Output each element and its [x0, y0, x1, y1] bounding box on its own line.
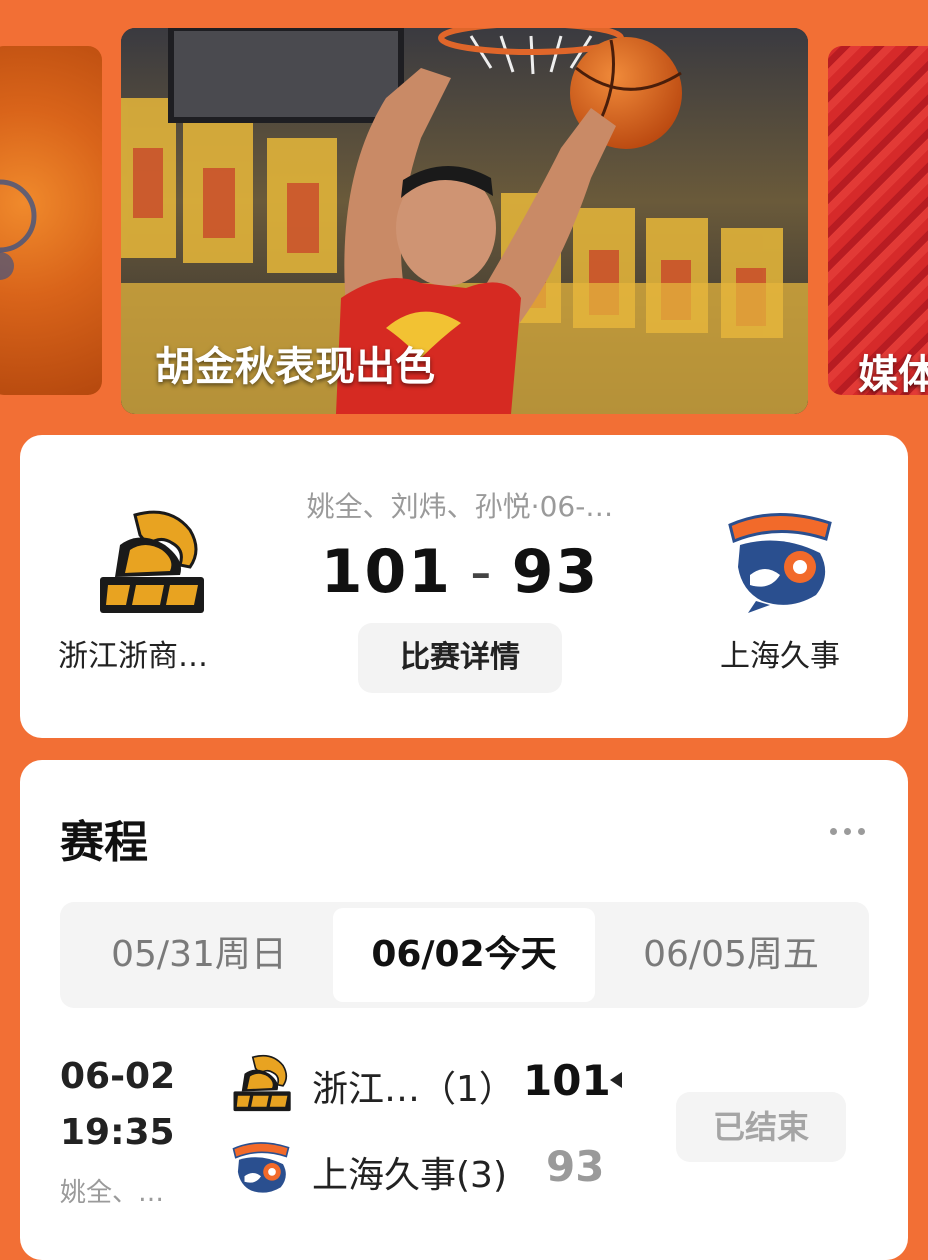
game-date: 06-02 [60, 1056, 176, 1097]
game-home-name: 浙江…（1） [312, 1069, 515, 1110]
slide-caption-main: 胡金秋表现出色 [155, 344, 435, 390]
sharks-logo-partial [0, 179, 37, 280]
tab-date-0531[interactable]: 05/31周日 [68, 908, 330, 1002]
schedule-card: 赛程 05/31周日 06/02今天 06/05周五 06-02 19:35 姚… [20, 760, 908, 1260]
zhejiang-lions-logo [100, 510, 204, 613]
more-options-icon[interactable] [828, 820, 868, 840]
game-status-button[interactable]: 已结束 [676, 1092, 846, 1162]
score-display: 101-93 [260, 537, 660, 607]
match-detail-button[interactable]: 比赛详情 [358, 623, 562, 693]
home-team[interactable]: 浙江浙商… [50, 505, 250, 675]
home-team-name: 浙江浙商… [58, 639, 208, 674]
slide-caption-next: 媒体 [858, 352, 928, 395]
away-score: 93 [511, 537, 600, 607]
game-away-score: 93 [546, 1142, 605, 1191]
carousel-slide-next[interactable]: 媒体 [828, 46, 928, 395]
winner-arrow-icon [610, 1072, 622, 1088]
highlight-carousel[interactable]: 胡金秋表现出色 媒体 [0, 0, 928, 430]
game-home-score: 101 [523, 1056, 611, 1105]
score-center: 姚全、刘炜、孙悦·06-… 101-93 比赛详情 [260, 485, 660, 693]
game-time: 19:35 [60, 1112, 175, 1153]
game-away-name: 上海久事(3) [312, 1155, 507, 1196]
carousel-slide-prev[interactable] [0, 46, 102, 395]
score-separator: - [470, 537, 494, 607]
game-referees: 姚全、… [60, 1178, 165, 1208]
shanghai-sharks-logo [728, 512, 832, 613]
match-score-card[interactable]: 浙江浙商… 姚全、刘炜、孙悦·06-… 101-93 比赛详情 上海久事 [20, 435, 908, 738]
game-row[interactable]: 06-02 19:35 姚全、… 浙江…（1） 101 上海久事(3) 93 已… [60, 1050, 880, 1220]
date-tabs: 05/31周日 06/02今天 06/05周五 [60, 902, 869, 1008]
away-team[interactable]: 上海久事 [680, 505, 880, 675]
tab-date-today[interactable]: 06/02今天 [333, 908, 595, 1002]
schedule-title: 赛程 [60, 817, 148, 868]
referees-text: 姚全、刘炜、孙悦·06-… [306, 490, 614, 523]
home-score: 101 [320, 537, 453, 607]
zhejiang-lions-mini-logo [233, 1054, 291, 1112]
game-away-team: 上海久事(3) 93 [228, 1136, 648, 1206]
game-home-team: 浙江…（1） 101 [228, 1050, 648, 1120]
tab-date-0605[interactable]: 06/05周五 [600, 908, 862, 1002]
away-team-name: 上海久事 [720, 639, 840, 674]
shanghai-sharks-mini-logo [232, 1142, 290, 1193]
carousel-slide-current[interactable]: 胡金秋表现出色 [121, 28, 808, 414]
